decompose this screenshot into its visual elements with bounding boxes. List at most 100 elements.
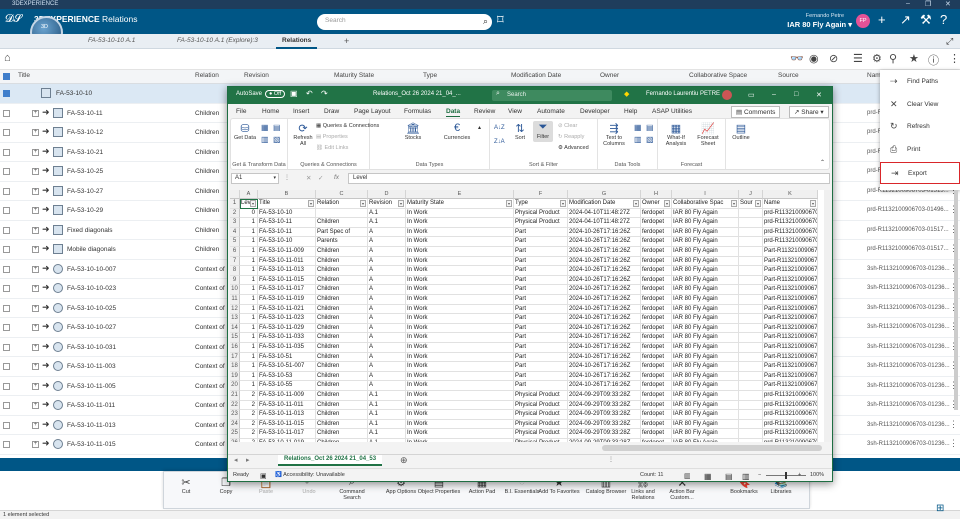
row-number[interactable]: 23 (230, 410, 240, 420)
col-mod-date[interactable]: Modification Date (511, 72, 561, 79)
cancel-formula-icon[interactable]: ✕ (306, 174, 311, 182)
reapply-button[interactable]: ↻ Reapply (558, 134, 584, 140)
add-icon[interactable]: + (878, 13, 886, 27)
sort-za-icon[interactable]: Z↓A (494, 139, 505, 145)
expand-icon[interactable]: + (32, 285, 39, 292)
ribbon-tab-help[interactable]: Help (624, 108, 637, 115)
get-data-button[interactable]: ⛁ Get Data (234, 122, 256, 141)
row-checkbox[interactable] (3, 207, 10, 214)
cell[interactable]: Part-R1132100906703 (763, 323, 818, 334)
col-maturity[interactable]: Maturity State (334, 72, 374, 79)
ribbon-tab-view[interactable]: View (508, 108, 522, 115)
cell[interactable]: A.1 (368, 218, 406, 228)
cell[interactable]: Part-R1132100906703 (763, 343, 818, 353)
cell[interactable]: FA-53-10-53 (258, 371, 316, 382)
hide-icon[interactable]: ⊘ (829, 52, 838, 65)
share-button[interactable]: ↗ Share ▾ (789, 106, 829, 118)
stocks-button[interactable]: 🏛 Stocks (400, 122, 426, 141)
forecast-sheet-button[interactable]: 📈 Forecast Sheet (693, 122, 723, 147)
ribbon-display-icon[interactable]: ▭ (748, 91, 755, 99)
filter-dropdown-icon[interactable]: ▾ (506, 200, 512, 207)
expand-icon[interactable]: + (32, 304, 39, 312)
row-title[interactable]: FA-53-10-25 (67, 168, 103, 175)
action-cut-button[interactable]: ✂ Cut (164, 472, 208, 510)
cell[interactable] (739, 304, 763, 315)
cell[interactable]: In Work (406, 218, 514, 228)
cell[interactable]: FA-53-10-11-009 (258, 391, 316, 401)
row-title[interactable]: FA-53-10-11-003 (67, 363, 116, 370)
cell[interactable]: 2024-10-26T17:16:26Z (568, 256, 641, 267)
cell[interactable]: IAR 80 Fly Again (672, 391, 739, 401)
row-title[interactable]: FA-53-10-11-015 (67, 441, 116, 448)
cell[interactable]: FA-53-10-11-015 (258, 419, 316, 430)
cell[interactable] (739, 371, 763, 382)
cell[interactable]: IAR 80 Fly Again (672, 419, 739, 430)
row-title[interactable]: FA-53-10-27 (67, 188, 103, 195)
collab-space-selector[interactable]: IAR 80 Fly Again ▾ (770, 20, 852, 29)
cell[interactable]: Part (514, 256, 568, 267)
cell[interactable]: FA-53-10-11-017 (258, 285, 316, 295)
cell[interactable]: ferdopet (641, 266, 672, 276)
cell[interactable]: Part-R1132100906703 (763, 381, 818, 391)
cell[interactable]: Part-R1132100906703 (763, 266, 818, 276)
ribbon-tab-draw[interactable]: Draw (324, 108, 339, 115)
expand-icon[interactable]: + (32, 168, 39, 175)
excel-avatar-icon[interactable] (722, 90, 732, 100)
cell[interactable]: ferdopet (641, 275, 672, 286)
home-icon[interactable]: ⌂ (4, 52, 11, 64)
macro-record-icon[interactable]: ▣ (260, 472, 267, 480)
row-title[interactable]: FA-53-10-11-011 (67, 402, 115, 409)
cell[interactable] (739, 323, 763, 334)
cell[interactable]: Part (514, 285, 568, 295)
cell[interactable]: prd-R1132100906703 (763, 429, 818, 439)
cell[interactable]: 2 (240, 400, 258, 411)
row-checkbox[interactable] (3, 187, 10, 195)
cell[interactable]: Part-R1132100906703 (763, 256, 818, 267)
cell[interactable]: 2024-10-26T17:16:26Z (568, 381, 641, 391)
cell[interactable]: Part-R1132100906703 (763, 295, 818, 305)
row-title[interactable]: FA-53-10-10-025 (67, 305, 116, 312)
cell[interactable] (739, 400, 763, 411)
data-types-scroll-icon[interactable]: ▴ (478, 124, 481, 131)
cell[interactable]: 2024-10-26T17:16:26Z (568, 304, 641, 315)
row-checkbox[interactable] (3, 109, 10, 117)
menu-export[interactable]: ⇥ Export (880, 162, 960, 184)
cell[interactable]: ferdopet (641, 352, 672, 363)
cell[interactable]: In Work (406, 352, 514, 363)
cell[interactable]: Physical Product (514, 400, 568, 411)
cell[interactable]: Children (316, 391, 368, 401)
cell[interactable]: In Work (406, 247, 514, 257)
edit-links-button[interactable]: ⛓ Edit Links (316, 145, 348, 151)
row-number[interactable]: 11 (230, 295, 240, 305)
cell[interactable]: Children (316, 247, 368, 257)
expand-icon[interactable]: + (32, 148, 39, 156)
row-title[interactable]: FA-53-10-10-007 (67, 266, 116, 273)
cell[interactable]: ferdopet (641, 410, 672, 420)
row-number[interactable]: 2 (230, 208, 240, 219)
cell[interactable]: 2024-10-26T17:16:26Z (568, 275, 641, 286)
cell[interactable]: 2024-10-26T17:16:26Z (568, 323, 641, 334)
column-letter[interactable]: J (739, 190, 763, 199)
menu-find-paths[interactable]: ⇢ Find Paths (880, 71, 960, 93)
filter-dropdown-icon[interactable]: ▾ (398, 200, 404, 207)
cell[interactable]: FA-53-10-11-011 (258, 256, 316, 267)
expand-icon[interactable]: + (32, 421, 39, 429)
currencies-button[interactable]: € Currencies (442, 122, 472, 141)
cell[interactable]: ferdopet (641, 343, 672, 353)
cell[interactable] (739, 419, 763, 430)
row-checkbox[interactable] (3, 148, 10, 156)
expand-icon[interactable]: + (32, 207, 39, 214)
cell[interactable]: Name ▾ (763, 199, 818, 209)
cell[interactable]: A.1 (368, 208, 406, 219)
avatar[interactable]: FP (856, 14, 870, 28)
cell[interactable]: 2024-09-29T09:33:28Z (568, 391, 641, 401)
cell[interactable] (739, 314, 763, 324)
cell[interactable]: In Work (406, 275, 514, 286)
cell[interactable]: 1 (240, 247, 258, 257)
cell[interactable]: 1 (240, 323, 258, 334)
cell[interactable]: 1 (240, 275, 258, 286)
cell[interactable]: 1 (240, 314, 258, 324)
cell[interactable]: IAR 80 Fly Again (672, 208, 739, 219)
row-number[interactable]: 9 (230, 275, 240, 286)
cell[interactable]: 2024-10-26T17:16:26Z (568, 227, 641, 238)
